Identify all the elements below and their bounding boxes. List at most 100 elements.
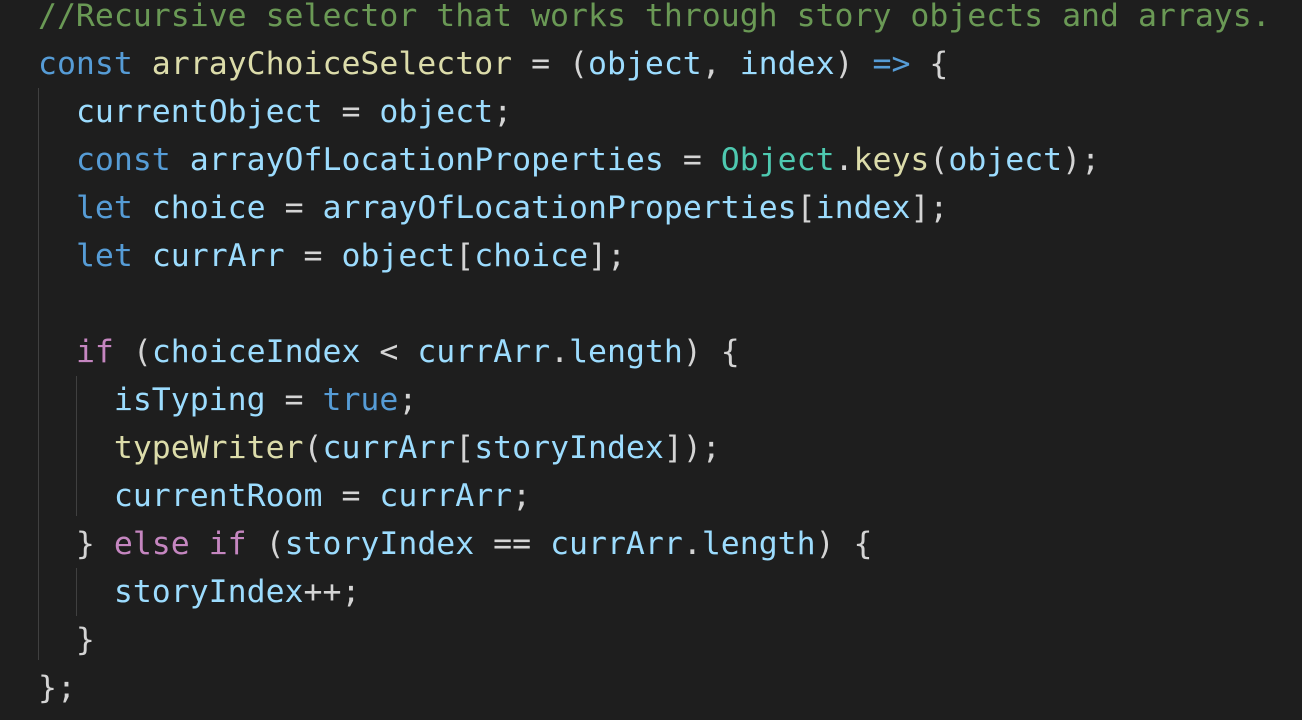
code-line[interactable]: typeWriter(currArr[storyIndex]);	[38, 424, 1271, 472]
code-token: index	[739, 46, 835, 82]
code-line[interactable]: currentRoom = currArr;	[38, 472, 1271, 520]
code-token: (	[303, 430, 323, 466]
code-token: ,	[701, 46, 740, 82]
code-token: =>	[872, 46, 911, 82]
code-token: =	[284, 238, 342, 274]
code-line[interactable]: if (choiceIndex < currArr.length) {	[38, 328, 1271, 376]
code-token: true	[322, 382, 399, 418]
code-token: )	[834, 46, 873, 82]
code-token: currArr	[550, 526, 683, 562]
code-token: );	[1062, 142, 1101, 178]
code-token: let	[75, 190, 133, 226]
code-line[interactable]: } else if (storyIndex == currArr.length)…	[38, 520, 1271, 568]
code-token: keys	[853, 142, 930, 178]
code-line[interactable]	[38, 280, 1271, 328]
code-token: ;	[512, 478, 532, 514]
code-token: currentRoom	[113, 478, 323, 514]
code-token: arrayOfLocationProperties	[322, 190, 797, 226]
code-token: isTyping	[113, 382, 266, 418]
code-token: = (	[512, 46, 588, 82]
code-token: storyIndex	[113, 574, 304, 610]
code-token: =	[322, 94, 380, 130]
code-line[interactable]: }	[38, 616, 1271, 664]
code-token: object	[379, 94, 494, 130]
code-token: else	[113, 526, 190, 562]
code-token: <	[360, 334, 418, 370]
code-token: [	[796, 190, 816, 226]
code-token: arrayChoiceSelector	[151, 46, 513, 82]
code-text-area[interactable]: //Recursive selector that works through …	[38, 0, 1271, 712]
code-token: let	[75, 238, 133, 274]
code-token: storyIndex	[474, 430, 664, 466]
code-token: choice	[474, 238, 589, 274]
code-token: object	[948, 142, 1063, 178]
code-line[interactable]: const arrayOfLocationProperties = Object…	[38, 136, 1271, 184]
code-token: currArr	[417, 334, 551, 370]
code-token: (	[929, 142, 949, 178]
code-token: index	[815, 190, 911, 226]
code-token: object	[341, 238, 456, 274]
code-token: const	[38, 46, 133, 82]
code-token: {	[910, 46, 949, 82]
code-token: =	[265, 382, 323, 418]
code-token: ];	[910, 190, 949, 226]
code-token: const	[75, 142, 171, 178]
code-token: (	[246, 526, 285, 562]
code-token: choiceIndex	[151, 334, 361, 370]
code-token: }	[38, 526, 114, 562]
code-token: ];	[588, 238, 626, 274]
code-token: };	[38, 670, 76, 706]
code-line[interactable]: let currArr = object[choice];	[38, 232, 1271, 280]
code-token: length	[701, 526, 816, 562]
code-line[interactable]: const arrayChoiceSelector = (object, ind…	[38, 40, 1271, 88]
code-token: storyIndex	[284, 526, 475, 562]
code-token: ;	[493, 94, 513, 130]
code-token: currentObject	[75, 94, 323, 130]
code-token: [	[455, 238, 475, 274]
code-token: if	[208, 526, 247, 562]
code-token: .	[834, 142, 854, 178]
code-line[interactable]: storyIndex++;	[38, 568, 1271, 616]
code-line[interactable]: isTyping = true;	[38, 376, 1271, 424]
code-token: ]);	[663, 430, 721, 466]
code-token: currArr	[322, 430, 456, 466]
code-token: ++;	[303, 574, 361, 610]
code-token: ) {	[815, 526, 873, 562]
code-line[interactable]: let choice = arrayOfLocationProperties[i…	[38, 184, 1271, 232]
code-token: }	[38, 622, 95, 658]
code-line[interactable]: //Recursive selector that works through …	[38, 0, 1271, 40]
code-line[interactable]: };	[38, 664, 1271, 712]
code-token: currArr	[379, 478, 513, 514]
code-line[interactable]: currentObject = object;	[38, 88, 1271, 136]
code-token: [	[455, 430, 475, 466]
code-token: =	[265, 190, 323, 226]
code-token: .	[682, 526, 702, 562]
code-token: //Recursive selector that works through …	[38, 0, 1271, 34]
code-token: =	[322, 478, 380, 514]
code-token: choice	[151, 190, 266, 226]
code-token: arrayOfLocationProperties	[189, 142, 664, 178]
code-token: typeWriter	[113, 430, 304, 466]
code-editor[interactable]: //Recursive selector that works through …	[0, 0, 1302, 720]
code-token: ==	[474, 526, 551, 562]
code-token: .	[550, 334, 570, 370]
code-token: =	[663, 142, 721, 178]
code-token: ;	[398, 382, 418, 418]
code-token: object	[587, 46, 702, 82]
code-token: (	[113, 334, 152, 370]
code-token: if	[75, 334, 114, 370]
